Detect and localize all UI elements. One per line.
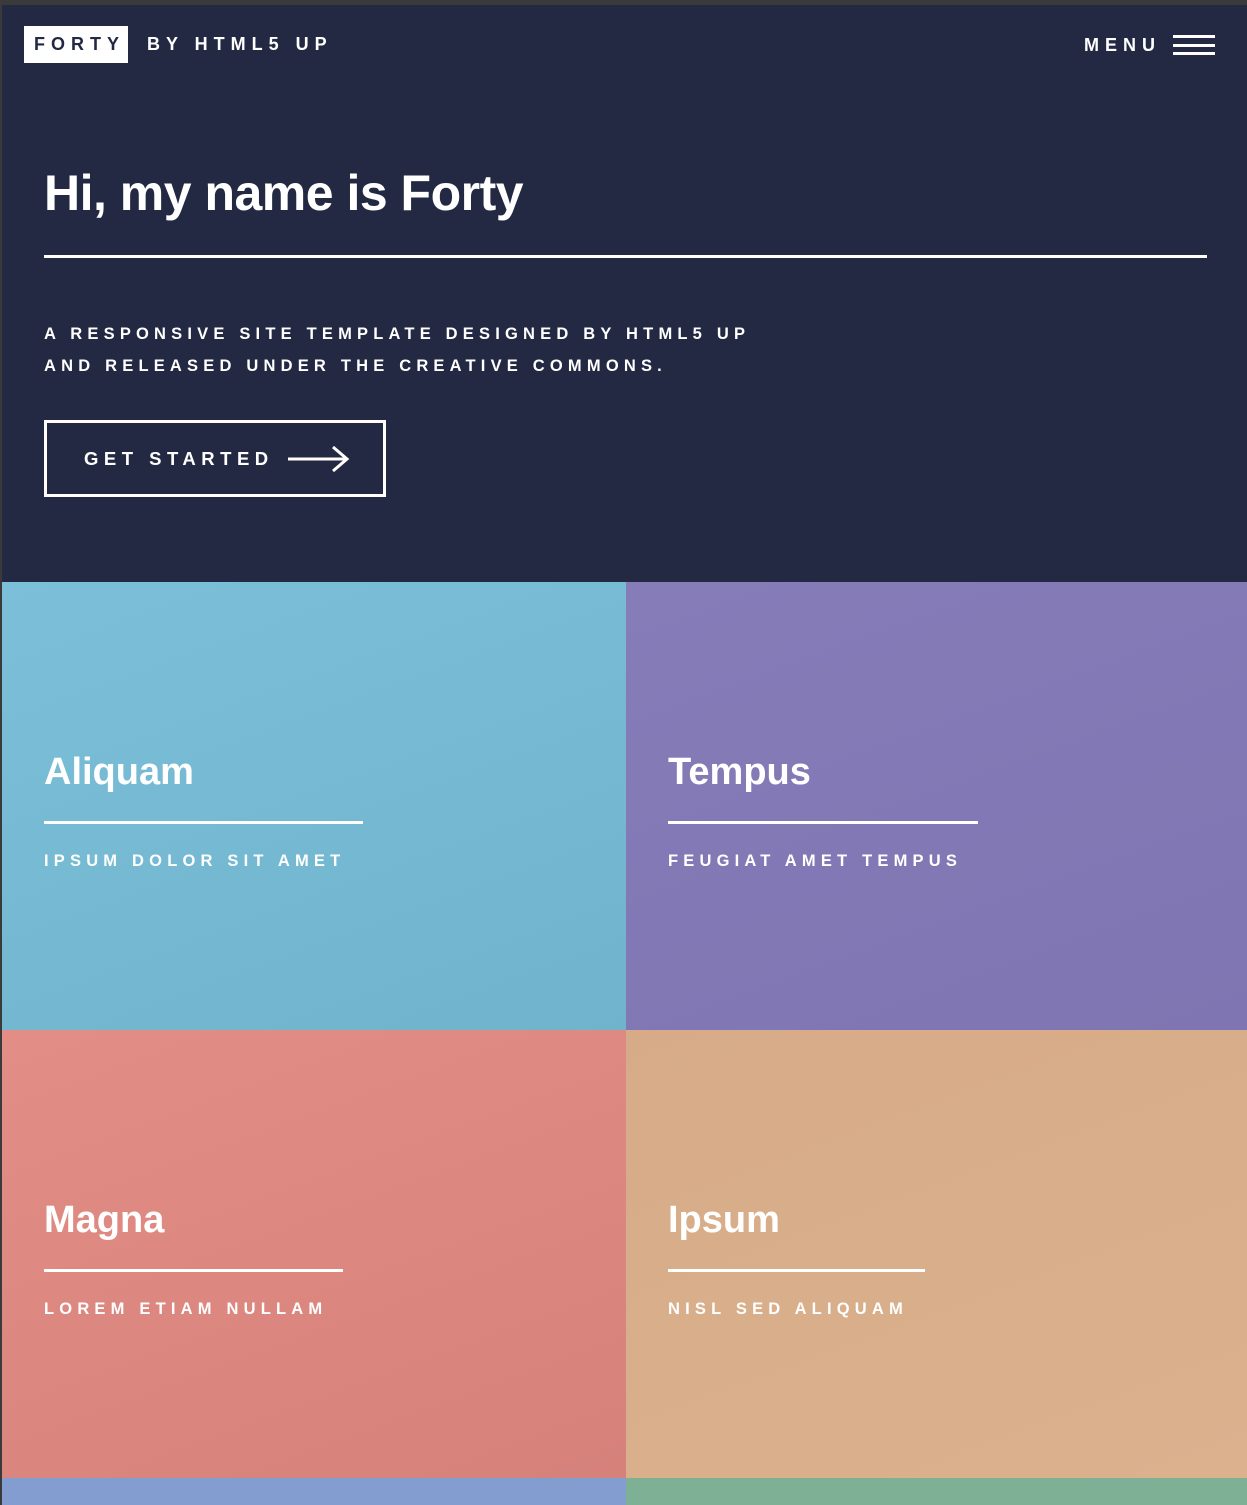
tagline-line-2: AND RELEASED UNDER THE CREATIVE COMMONS.: [44, 357, 667, 375]
menu-label: MENU: [1084, 34, 1161, 55]
get-started-label: GET STARTED: [84, 447, 274, 469]
tile-divider: [668, 821, 978, 824]
site-logo[interactable]: FORTY BY HTML5 UP: [24, 26, 333, 63]
site-header: FORTY BY HTML5 UP MENU: [2, 5, 1247, 85]
banner-tagline: A RESPONSIVE SITE TEMPLATE DESIGNED BY H…: [44, 318, 1207, 382]
logo-name: FORTY: [24, 26, 128, 63]
tile-title: Magna: [44, 1199, 165, 1241]
tile-magna[interactable]: Magna LOREM ETIAM NULLAM: [2, 1030, 626, 1478]
tile-divider: [44, 1269, 343, 1272]
tile-ipsum[interactable]: Ipsum NISL SED ALIQUAM: [626, 1030, 1247, 1478]
page: FORTY BY HTML5 UP MENU Hi, my name is Fo…: [2, 5, 1247, 1505]
tile-aliquam[interactable]: Aliquam IPSUM DOLOR SIT AMET: [2, 582, 626, 1030]
banner: Hi, my name is Forty A RESPONSIVE SITE T…: [44, 155, 1207, 382]
logo-byline: BY HTML5 UP: [147, 34, 333, 54]
tile-subtitle: NISL SED ALIQUAM: [668, 1300, 908, 1318]
hamburger-icon: [1173, 35, 1215, 55]
tile-tempus[interactable]: Tempus FEUGIAT AMET TEMPUS: [626, 582, 1247, 1030]
page-title: Hi, my name is Forty: [44, 165, 524, 221]
tile-subtitle: IPSUM DOLOR SIT AMET: [44, 852, 346, 870]
tile-subtitle: LOREM ETIAM NULLAM: [44, 1300, 328, 1318]
tile-divider: [668, 1269, 925, 1272]
title-divider: [44, 255, 1207, 258]
tile-subtitle: FEUGIAT AMET TEMPUS: [668, 852, 963, 870]
tile-partial-left[interactable]: [2, 1478, 626, 1505]
tile-title: Aliquam: [44, 751, 194, 793]
tile-title: Ipsum: [668, 1199, 780, 1241]
tagline-line-1: A RESPONSIVE SITE TEMPLATE DESIGNED BY H…: [44, 325, 751, 343]
arrow-right-icon: [287, 445, 349, 472]
menu-button[interactable]: MENU: [1084, 31, 1215, 59]
tile-title: Tempus: [668, 751, 811, 793]
get-started-button[interactable]: GET STARTED: [44, 420, 386, 497]
tile-divider: [44, 821, 363, 824]
tile-partial-right[interactable]: [626, 1478, 1247, 1505]
